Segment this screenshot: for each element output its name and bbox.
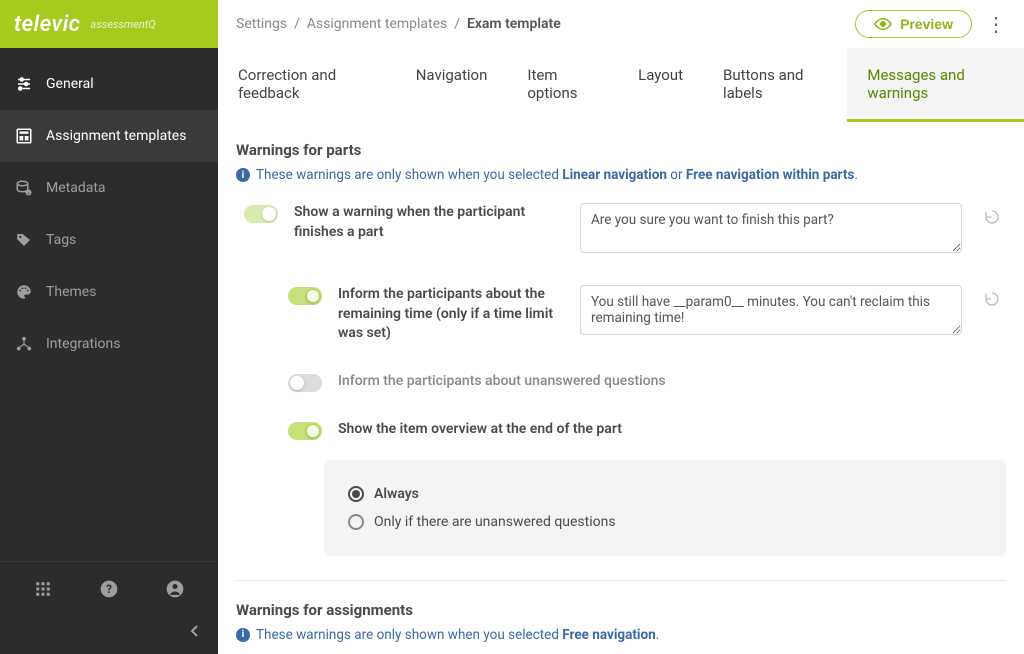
tab-item-options[interactable]: Item options xyxy=(507,48,618,122)
sidebar-item-label: Integrations xyxy=(46,336,120,352)
item-overview-options: Always Only if there are unanswered ques… xyxy=(324,460,1006,556)
metadata-icon: + xyxy=(14,178,34,198)
content: Warnings for parts i These warnings are … xyxy=(218,123,1024,654)
info-parts: i These warnings are only shown when you… xyxy=(236,167,1006,183)
info-assignments-text: These warnings are only shown when you s… xyxy=(256,627,659,643)
integrations-icon xyxy=(14,334,34,354)
sidebar-items: General Assignment templates + Metadata … xyxy=(0,48,218,561)
section-title-parts: Warnings for parts xyxy=(236,141,1006,159)
sidebar-header: televic assessmentQ xyxy=(0,0,218,48)
preview-button[interactable]: Preview xyxy=(855,10,972,38)
breadcrumb-current: Exam template xyxy=(467,16,561,32)
tab-navigation[interactable]: Navigation xyxy=(396,48,508,122)
topbar: Settings / Assignment templates / Exam t… xyxy=(218,0,1024,48)
setting-remaining-time: Inform the participants about the remain… xyxy=(236,277,1006,364)
sidebar-collapse-button[interactable] xyxy=(0,616,218,654)
brand-product: assessmentQ xyxy=(90,18,155,31)
setting-input xyxy=(580,285,962,339)
info-icon: i xyxy=(236,168,250,182)
info-assignments: i These warnings are only shown when you… xyxy=(236,627,1006,643)
palette-icon xyxy=(14,282,34,302)
reset-button[interactable] xyxy=(978,285,1006,313)
finish-part-warning-text[interactable] xyxy=(580,203,962,253)
toggle-finish-part-warning[interactable] xyxy=(244,205,278,223)
brand-logo: televic xyxy=(14,12,80,37)
sidebar-item-label: Assignment templates xyxy=(46,128,186,144)
tabs: Correction and feedback Navigation Item … xyxy=(218,48,1024,123)
reset-button[interactable] xyxy=(978,203,1006,231)
breadcrumb: Settings / Assignment templates / Exam t… xyxy=(236,16,561,32)
sidebar-item-general[interactable]: General xyxy=(0,58,218,110)
setting-label: Inform the participants about the remain… xyxy=(338,285,564,344)
tab-buttons-labels[interactable]: Buttons and labels xyxy=(703,48,847,122)
sidebar-item-metadata[interactable]: + Metadata xyxy=(0,162,218,214)
sidebar-item-tags[interactable]: Tags xyxy=(0,214,218,266)
setting-finish-part-warning: Show a warning when the participant fini… xyxy=(236,195,1006,277)
radio-option-only-unanswered[interactable]: Only if there are unanswered questions xyxy=(348,508,982,536)
radio-label: Always xyxy=(374,486,419,502)
setting-item-overview: Show the item overview at the end of the… xyxy=(236,412,1006,460)
radio-unselected-icon xyxy=(348,514,364,530)
sidebar-item-label: Metadata xyxy=(46,180,106,196)
toggle-unanswered-questions[interactable] xyxy=(288,374,322,392)
more-menu-button[interactable]: ⋮ xyxy=(986,14,1006,34)
setting-label: Inform the participants about unanswered… xyxy=(338,372,1006,392)
sidebar-item-themes[interactable]: Themes xyxy=(0,266,218,318)
breadcrumb-settings[interactable]: Settings xyxy=(236,16,287,32)
svg-text:+: + xyxy=(27,192,30,197)
toggle-item-overview[interactable] xyxy=(288,422,322,440)
svg-text:?: ? xyxy=(106,582,112,596)
setting-input xyxy=(580,203,962,257)
radio-option-always[interactable]: Always xyxy=(348,480,982,508)
info-icon: i xyxy=(236,628,250,642)
remaining-time-text[interactable] xyxy=(580,285,962,335)
sidebar-item-label: Tags xyxy=(46,232,76,248)
apps-icon[interactable] xyxy=(31,577,55,601)
setting-unanswered-questions: Inform the participants about unanswered… xyxy=(236,364,1006,412)
divider xyxy=(236,580,1006,581)
breadcrumb-templates[interactable]: Assignment templates xyxy=(307,16,447,32)
sliders-icon xyxy=(14,74,34,94)
sidebar-item-assignment-templates[interactable]: Assignment templates xyxy=(0,110,218,162)
section-title-assignments: Warnings for assignments xyxy=(236,601,1006,619)
tab-correction-feedback[interactable]: Correction and feedback xyxy=(218,48,396,122)
info-parts-text: These warnings are only shown when you s… xyxy=(256,167,858,183)
help-icon[interactable]: ? xyxy=(97,577,121,601)
setting-label: Show a warning when the participant fini… xyxy=(294,203,564,242)
sidebar-item-label: General xyxy=(46,76,94,92)
sidebar-item-integrations[interactable]: Integrations xyxy=(0,318,218,370)
topbar-right: Preview ⋮ xyxy=(855,10,1006,38)
setting-label: Show the item overview at the end of the… xyxy=(338,420,1006,440)
eye-icon xyxy=(874,17,892,31)
tab-messages-warnings[interactable]: Messages and warnings xyxy=(847,48,1024,122)
sidebar: televic assessmentQ General Assignment t… xyxy=(0,0,218,654)
tag-icon xyxy=(14,230,34,250)
radio-selected-icon xyxy=(348,486,364,502)
preview-label: Preview xyxy=(900,16,953,32)
radio-label: Only if there are unanswered questions xyxy=(374,514,616,530)
sidebar-footer: ? xyxy=(0,561,218,616)
toggle-remaining-time[interactable] xyxy=(288,287,322,305)
template-icon xyxy=(14,126,34,146)
tab-layout[interactable]: Layout xyxy=(618,48,703,122)
account-icon[interactable] xyxy=(163,577,187,601)
main: Settings / Assignment templates / Exam t… xyxy=(218,0,1024,654)
sidebar-item-label: Themes xyxy=(46,284,96,300)
